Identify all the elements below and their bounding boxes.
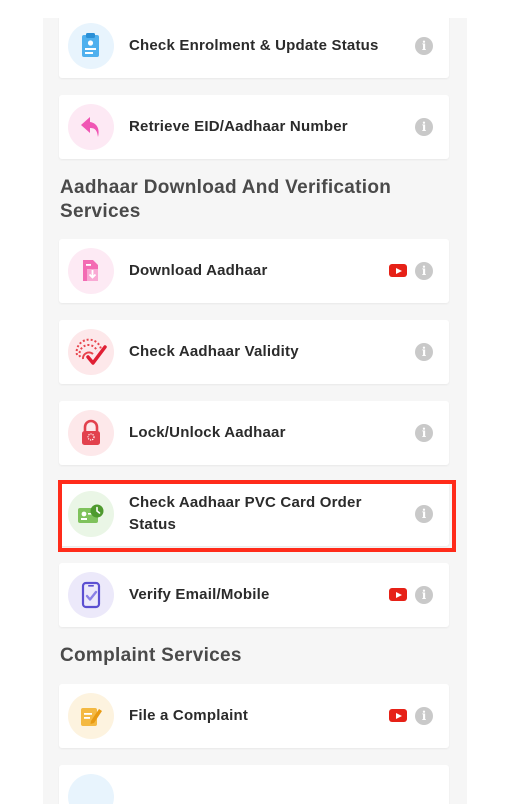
section-title-complaint: Complaint Services: [60, 645, 242, 666]
service-card-verify-email-mobile[interactable]: Verify Email/Mobile i: [59, 563, 449, 627]
download-document-icon: [68, 248, 114, 294]
service-card-pvc-status[interactable]: Check Aadhaar PVC Card Order Status i: [59, 482, 449, 546]
service-card-download-aadhaar[interactable]: Download Aadhaar i: [59, 239, 449, 303]
info-icon[interactable]: i: [415, 586, 433, 604]
info-icon[interactable]: i: [415, 262, 433, 280]
service-label: Check Enrolment & Update Status: [129, 37, 379, 54]
edit-note-icon: [68, 693, 114, 739]
info-icon[interactable]: i: [415, 505, 433, 523]
service-label: File a Complaint: [129, 707, 249, 724]
service-label: Lock/Unlock Aadhaar: [129, 424, 286, 441]
mobile-verify-icon: [68, 572, 114, 618]
service-card-partial[interactable]: [59, 765, 449, 804]
section-title-download: Aadhaar Download And Verification Servic…: [60, 177, 392, 222]
service-label: Check Aadhaar Validity: [129, 343, 299, 360]
lock-icon: [68, 410, 114, 456]
document-form-icon: [68, 23, 114, 69]
pvc-card-icon: [68, 491, 114, 537]
info-icon[interactable]: i: [415, 707, 433, 725]
services-panel: Check Enrolment & Update Status i Retrie…: [43, 18, 467, 804]
youtube-video-icon[interactable]: [389, 709, 407, 722]
service-card-lock-unlock[interactable]: Lock/Unlock Aadhaar i: [59, 401, 449, 465]
service-label: Verify Email/Mobile: [129, 586, 270, 603]
info-icon[interactable]: i: [415, 424, 433, 442]
service-card-file-complaint[interactable]: File a Complaint i: [59, 684, 449, 748]
youtube-video-icon[interactable]: [389, 264, 407, 277]
info-icon[interactable]: i: [415, 118, 433, 136]
aadhaar-check-icon: [68, 329, 114, 375]
service-label: Retrieve EID/Aadhaar Number: [129, 118, 348, 135]
info-icon[interactable]: i: [415, 343, 433, 361]
service-label: Check Aadhaar PVC Card Order Status: [129, 494, 362, 533]
service-card-check-enrolment[interactable]: Check Enrolment & Update Status i: [59, 18, 449, 78]
service-card-check-validity[interactable]: Check Aadhaar Validity i: [59, 320, 449, 384]
info-icon[interactable]: i: [415, 37, 433, 55]
retrieve-arrow-icon: [68, 104, 114, 150]
youtube-video-icon[interactable]: [389, 588, 407, 601]
service-card-retrieve-eid[interactable]: Retrieve EID/Aadhaar Number i: [59, 95, 449, 159]
service-label: Download Aadhaar: [129, 262, 268, 279]
partial-item-icon: [68, 774, 114, 804]
